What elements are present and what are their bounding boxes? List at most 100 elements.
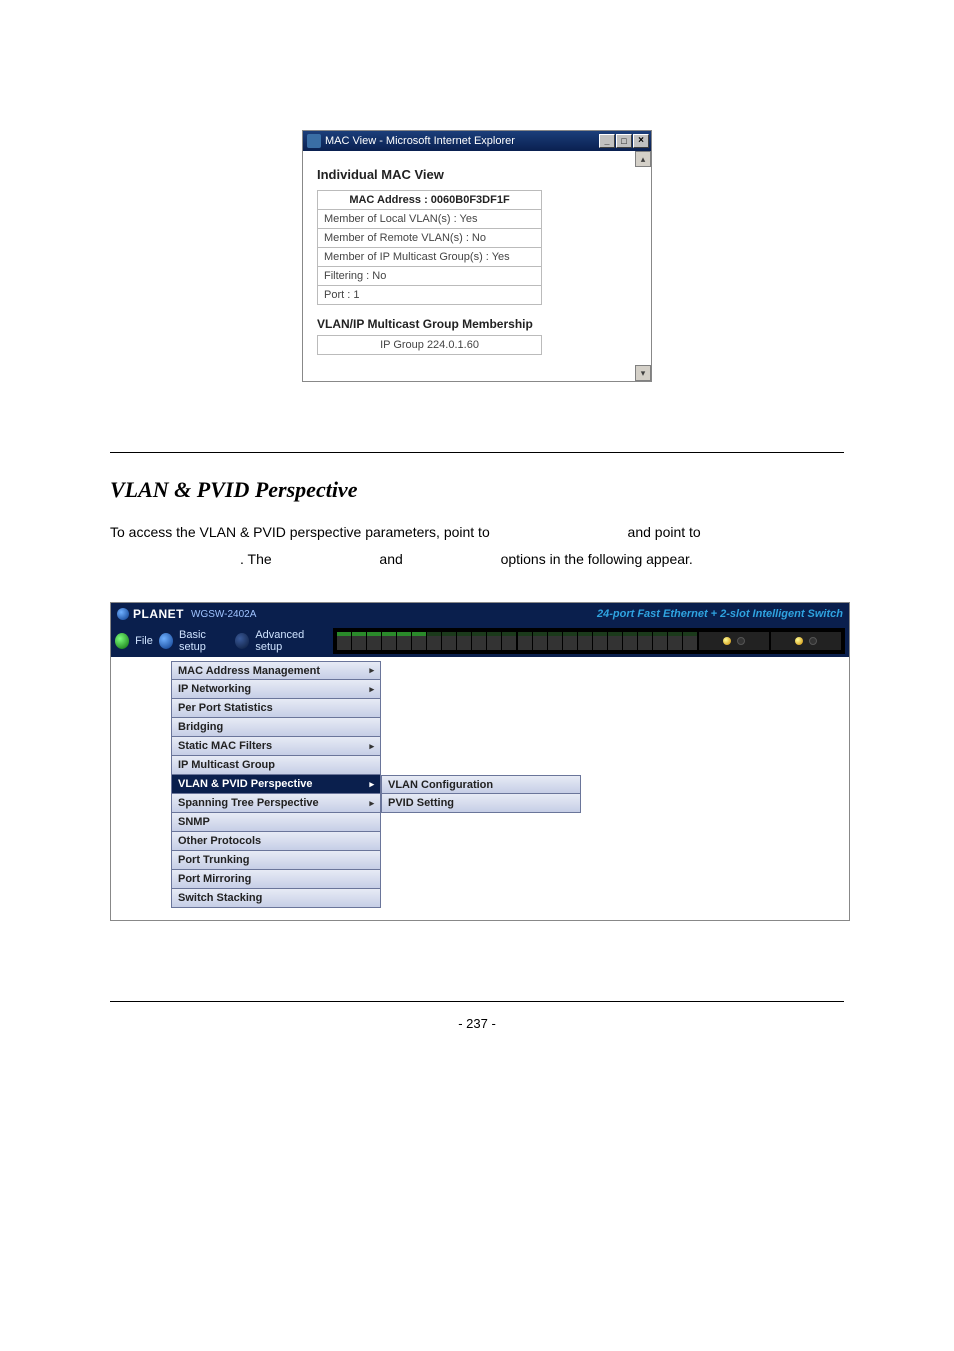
mac-view-window: MAC View - Microsoft Internet Explorer _… bbox=[302, 130, 652, 382]
mac-address-row: MAC Address : 0060B0F3DF1F bbox=[318, 191, 542, 210]
menu-item-label: IP Multicast Group bbox=[178, 759, 275, 771]
minimize-button[interactable]: _ bbox=[599, 134, 615, 148]
vlan-pvid-submenu: VLAN ConfigurationPVID Setting bbox=[381, 775, 581, 908]
port-icon bbox=[397, 632, 411, 650]
footer-divider bbox=[110, 1001, 844, 1002]
menu-item-label: IP Networking bbox=[178, 683, 251, 695]
menu-item-label: Bridging bbox=[178, 721, 223, 733]
menu-item-label: Port Mirroring bbox=[178, 873, 251, 885]
scroll-down-button[interactable]: ▾ bbox=[635, 365, 651, 381]
port-group-1 bbox=[337, 632, 516, 650]
port-icon bbox=[382, 632, 396, 650]
port-icon bbox=[472, 632, 486, 650]
planet-tagline: 24-port Fast Ethernet + 2-slot Intellige… bbox=[597, 608, 843, 620]
window-title: MAC View - Microsoft Internet Explorer bbox=[325, 135, 515, 147]
section-paragraph: To access the VLAN & PVID perspective pa… bbox=[110, 519, 844, 572]
port-icon bbox=[412, 632, 426, 650]
port-icon bbox=[593, 632, 607, 650]
menu-item-label: Per Port Statistics bbox=[178, 702, 273, 714]
port-icon bbox=[442, 632, 456, 650]
port-icon bbox=[337, 632, 351, 650]
menu-item-ip-networking[interactable]: IP Networking ▸ bbox=[171, 680, 381, 699]
window-titlebar: MAC View - Microsoft Internet Explorer _… bbox=[303, 131, 651, 151]
menu-item-vlan-pvid-perspective[interactable]: VLAN & PVID Perspective ▸ bbox=[171, 775, 381, 794]
port-icon bbox=[518, 632, 532, 650]
planet-brand: PLANET bbox=[133, 607, 184, 621]
expansion-slot-1 bbox=[699, 632, 769, 650]
port-icon bbox=[367, 632, 381, 650]
port-icon bbox=[502, 632, 516, 650]
menu-item-label: MAC Address Management bbox=[178, 665, 320, 677]
menu-item-port-mirroring[interactable]: Port Mirroring bbox=[171, 870, 381, 889]
port-icon bbox=[683, 632, 697, 650]
menu-item-other-protocols[interactable]: Other Protocols bbox=[171, 832, 381, 851]
section-divider bbox=[110, 452, 844, 453]
filtering-row: Filtering : No bbox=[318, 267, 542, 286]
port-icon bbox=[533, 632, 547, 650]
planet-toolbar: File Basic setup Advanced setup bbox=[111, 625, 849, 657]
text-fragment: and point to bbox=[624, 524, 701, 540]
port-icon bbox=[457, 632, 471, 650]
scroll-up-button[interactable]: ▴ bbox=[635, 151, 651, 167]
port-icon bbox=[623, 632, 637, 650]
text-fragment: To access the VLAN & PVID perspective pa… bbox=[110, 524, 494, 540]
port-icon bbox=[563, 632, 577, 650]
port-row: Port : 1 bbox=[318, 286, 542, 305]
menu-item-label: VLAN & PVID Perspective bbox=[178, 778, 313, 790]
port-icon bbox=[653, 632, 667, 650]
mac-view-heading: Individual MAC View bbox=[317, 167, 627, 182]
local-vlan-row: Member of Local VLAN(s) : Yes bbox=[318, 210, 542, 229]
maximize-button[interactable]: □ bbox=[616, 134, 632, 148]
menu-advanced-setup[interactable]: Advanced setup bbox=[255, 629, 325, 653]
port-icon bbox=[578, 632, 592, 650]
menu-item-spanning-tree-perspective[interactable]: Spanning Tree Perspective ▸ bbox=[171, 794, 381, 813]
planet-switch-window: PLANET WGSW-2402A 24-port Fast Ethernet … bbox=[110, 602, 850, 921]
menu-item-bridging[interactable]: Bridging bbox=[171, 718, 381, 737]
port-icon bbox=[548, 632, 562, 650]
chevron-right-icon: ▸ bbox=[369, 798, 374, 809]
port-group-2 bbox=[518, 632, 697, 650]
chevron-right-icon: ▸ bbox=[369, 741, 374, 752]
planet-header: PLANET WGSW-2402A 24-port Fast Ethernet … bbox=[111, 603, 849, 625]
menu-basic-setup[interactable]: Basic setup bbox=[179, 629, 229, 653]
submenu-item-vlan-configuration[interactable]: VLAN Configuration bbox=[381, 775, 581, 794]
menu-item-static-mac-filters[interactable]: Static MAC Filters▸ bbox=[171, 737, 381, 756]
ip-group-row: IP Group 224.0.1.60 bbox=[318, 336, 542, 355]
menu-item-port-trunking[interactable]: Port Trunking bbox=[171, 851, 381, 870]
text-fragment: . The bbox=[240, 551, 276, 567]
slot-led-icon bbox=[809, 637, 817, 645]
port-icon bbox=[608, 632, 622, 650]
menu-item-snmp[interactable]: SNMP bbox=[171, 813, 381, 832]
multicast-group-row: Member of IP Multicast Group(s) : Yes bbox=[318, 248, 542, 267]
basic-led-icon bbox=[159, 633, 173, 649]
submenu-item-pvid-setting[interactable]: PVID Setting bbox=[381, 794, 581, 813]
expansion-slot-2 bbox=[771, 632, 841, 650]
menu-item-label: Switch Stacking bbox=[178, 892, 262, 904]
advanced-setup-menu: MAC Address Management▸IP Networking▸Per… bbox=[171, 661, 381, 908]
menu-item-switch-stacking[interactable]: Switch Stacking bbox=[171, 889, 381, 908]
slot-led-icon bbox=[737, 637, 745, 645]
menu-item-label: Other Protocols bbox=[178, 835, 261, 847]
port-icon bbox=[668, 632, 682, 650]
port-strip bbox=[333, 628, 845, 654]
chevron-right-icon: ▸ bbox=[369, 684, 374, 695]
status-led-icon bbox=[115, 633, 129, 649]
planet-model: WGSW-2402A bbox=[191, 609, 256, 620]
menu-item-per-port-statistics[interactable]: Per Port Statistics bbox=[171, 699, 381, 718]
menu-item-label: Spanning Tree Perspective bbox=[178, 797, 319, 809]
ip-group-table: IP Group 224.0.1.60 bbox=[317, 335, 542, 355]
menu-file[interactable]: File bbox=[135, 635, 153, 647]
chevron-right-icon: ▸ bbox=[369, 779, 374, 790]
close-button[interactable]: × bbox=[633, 134, 649, 148]
advanced-led-icon bbox=[235, 633, 249, 649]
menu-item-label: SNMP bbox=[178, 816, 210, 828]
ie-icon bbox=[307, 134, 321, 148]
menu-item-label: Port Trunking bbox=[178, 854, 250, 866]
planet-logo-icon bbox=[117, 608, 129, 620]
menu-item-ip-multicast-group[interactable]: IP Multicast Group bbox=[171, 756, 381, 775]
text-fragment: options in the following appear. bbox=[497, 551, 693, 567]
port-icon bbox=[427, 632, 441, 650]
port-icon bbox=[487, 632, 501, 650]
menu-item-mac-address-management[interactable]: MAC Address Management▸ bbox=[171, 661, 381, 680]
remote-vlan-row: Member of Remote VLAN(s) : No bbox=[318, 229, 542, 248]
